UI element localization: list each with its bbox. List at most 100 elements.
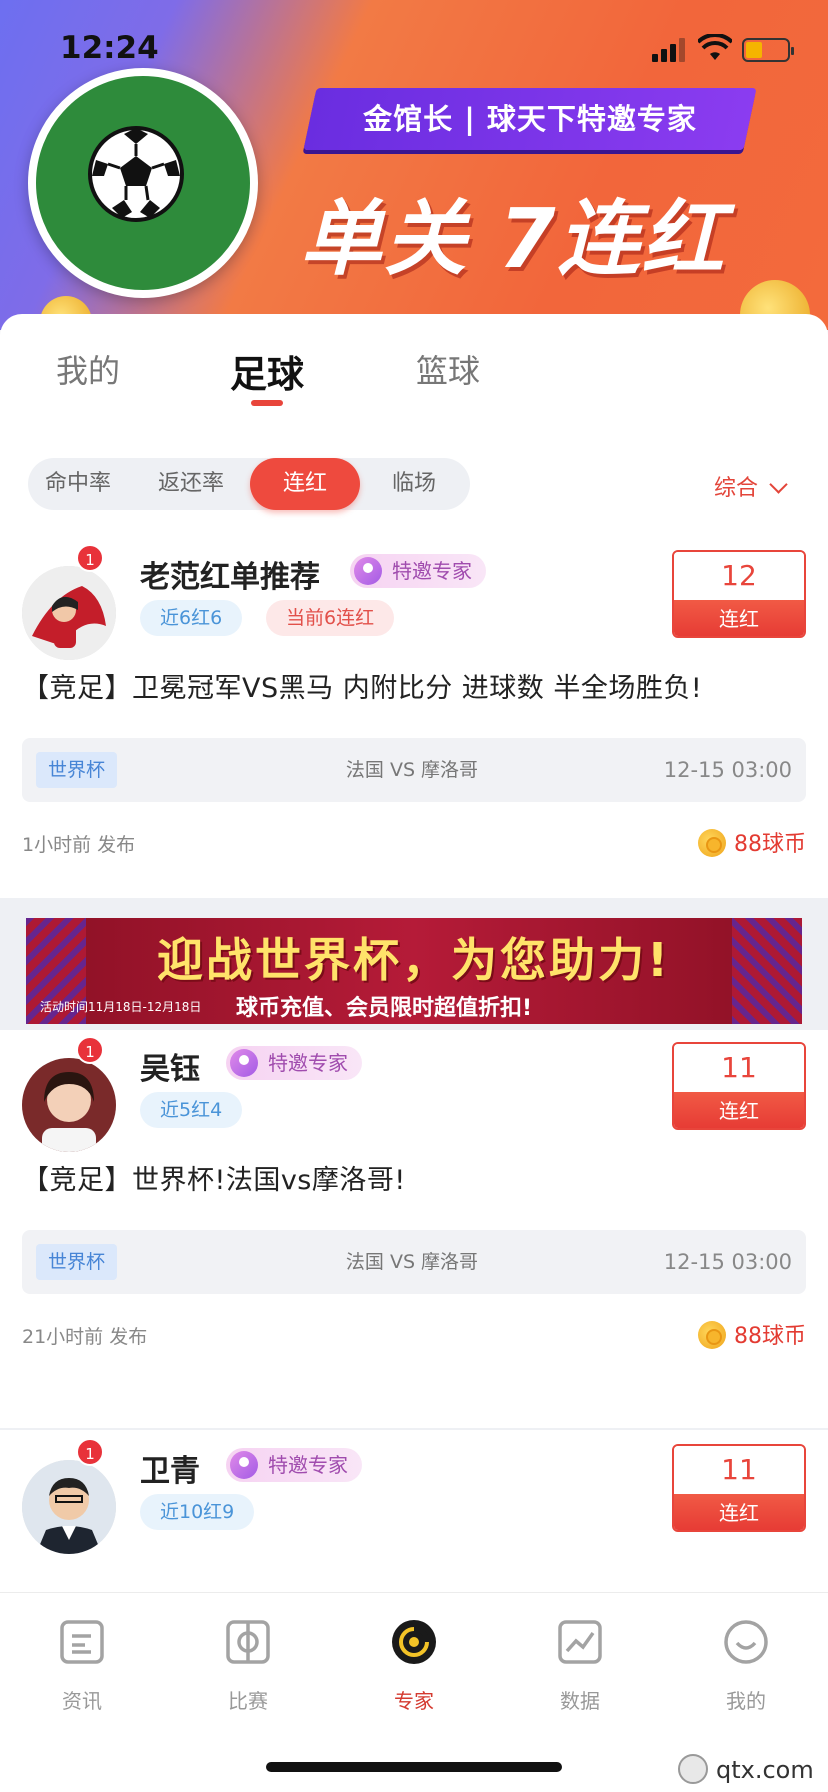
tag-label: 特邀专家 bbox=[268, 1453, 348, 1477]
expert-badge-icon bbox=[354, 557, 382, 585]
expert-badge-icon bbox=[230, 1049, 258, 1077]
nav-label: 我的 bbox=[726, 1689, 766, 1713]
match-teams: 法国 VS 摩洛哥 bbox=[345, 1251, 479, 1273]
home-indicator[interactable] bbox=[266, 1762, 562, 1772]
football-logo bbox=[28, 68, 258, 298]
soccer-ball-icon bbox=[88, 126, 184, 222]
expert-list-panel: 我的 足球 篮球 命中率 返还率 连红 临场 综合 1 老范红单推荐 特邀专家 … bbox=[0, 314, 828, 1592]
nav-label: 专家 bbox=[394, 1689, 434, 1713]
current-streak-chip: 当前6连红 bbox=[266, 600, 395, 636]
expert-card[interactable]: 1 吴钰 特邀专家 近5红4 11 连红 【竞足】世界杯!法国vs摩洛哥! 世界… bbox=[0, 1030, 828, 1386]
expert-name[interactable]: 老范红单推荐 bbox=[140, 552, 320, 596]
filter-live[interactable]: 临场 bbox=[364, 458, 464, 510]
profile-icon bbox=[724, 1620, 768, 1664]
expert-ribbon: 金馆长 | 球天下特邀专家 bbox=[303, 88, 757, 150]
expert-card[interactable]: 1 老范红单推荐 特邀专家 近6红6 当前6连红 12 连红 【竞足】卫冕冠军V… bbox=[0, 538, 828, 898]
record-chip: 近10红9 bbox=[140, 1494, 255, 1530]
price-label: 88球币 bbox=[734, 1324, 806, 1349]
nav-label: 资讯 bbox=[62, 1689, 102, 1713]
streak-label: 连红 bbox=[674, 1494, 804, 1530]
price-label: 88球币 bbox=[734, 832, 806, 857]
promo-banner[interactable]: 12:24 金馆长 | 球天下特邀专家 单关 7连红 bbox=[0, 0, 828, 330]
coin-icon bbox=[698, 1321, 726, 1349]
promo-period: 活动时间11月18日-12月18日 bbox=[40, 1000, 202, 1014]
sort-label: 综合 bbox=[714, 476, 759, 501]
match-icon bbox=[226, 1620, 270, 1664]
nav-experts[interactable]: 专家 bbox=[359, 1619, 469, 1714]
tab-basketball[interactable]: 篮球 bbox=[416, 346, 480, 392]
tag-label: 特邀专家 bbox=[392, 559, 472, 583]
nav-profile[interactable]: 我的 bbox=[691, 1619, 801, 1714]
notification-badge: 1 bbox=[76, 1438, 104, 1466]
watermark: qtx.com bbox=[668, 1748, 828, 1792]
price[interactable]: 88球币 bbox=[698, 826, 806, 859]
expert-card[interactable]: 1 卫青 特邀专家 近10红9 11 连红 bbox=[0, 1430, 828, 1592]
post-time: 1小时前 发布 bbox=[22, 834, 136, 856]
filter-return-rate[interactable]: 返还率 bbox=[136, 458, 246, 510]
tag-label: 特邀专家 bbox=[268, 1051, 348, 1075]
streak-label: 连红 bbox=[674, 600, 804, 636]
league-tag: 世界杯 bbox=[36, 1244, 118, 1280]
price[interactable]: 88球币 bbox=[698, 1318, 806, 1351]
watermark-text: qtx.com bbox=[716, 1756, 814, 1784]
special-expert-tag: 特邀专家 bbox=[226, 1448, 362, 1482]
league-tag: 世界杯 bbox=[36, 752, 118, 788]
notification-badge: 1 bbox=[76, 1036, 104, 1064]
streak-number: 11 bbox=[674, 1446, 804, 1494]
expert-name[interactable]: 吴钰 bbox=[140, 1044, 200, 1088]
avatar[interactable] bbox=[22, 1460, 116, 1554]
streak-number: 12 bbox=[674, 552, 804, 600]
filter-hit-rate[interactable]: 命中率 bbox=[28, 458, 128, 510]
special-expert-tag: 特邀专家 bbox=[226, 1046, 362, 1080]
nav-label: 比赛 bbox=[228, 1689, 268, 1713]
nav-news[interactable]: 资讯 bbox=[27, 1619, 137, 1714]
filter-streak[interactable]: 连红 bbox=[250, 458, 360, 510]
streak-box: 12 连红 bbox=[672, 550, 806, 638]
streak-label: 连红 bbox=[674, 1092, 804, 1128]
expert-name[interactable]: 卫青 bbox=[140, 1446, 200, 1490]
tab-football[interactable]: 足球 bbox=[230, 344, 304, 398]
world-cup-promo-banner[interactable]: 迎战世界杯，为您助力! 球币充值、会员限时超值折扣! 活动时间11月18日-12… bbox=[26, 918, 802, 1024]
sort-dropdown[interactable]: 综合 bbox=[714, 470, 788, 502]
news-icon bbox=[60, 1620, 104, 1664]
watermark-logo-icon bbox=[678, 1754, 708, 1784]
banner-headline: 单关 7连红 bbox=[300, 192, 726, 287]
record-chip: 近6红6 bbox=[140, 600, 243, 636]
nav-data[interactable]: 数据 bbox=[525, 1619, 635, 1714]
avatar-illustration bbox=[22, 566, 116, 660]
promo-headline: 迎战世界杯，为您助力! bbox=[157, 933, 671, 987]
expert-badge-icon bbox=[230, 1451, 258, 1479]
post-time: 21小时前 发布 bbox=[22, 1326, 148, 1348]
match-time: 12-15 03:00 bbox=[663, 1250, 792, 1274]
avatar-photo bbox=[22, 1460, 116, 1554]
promo-subline: 球币充值、会员限时超值折扣! bbox=[236, 996, 533, 1021]
signal-icon bbox=[652, 38, 686, 62]
tab-indicator bbox=[251, 400, 283, 406]
match-teams: 法国 VS 摩洛哥 bbox=[345, 759, 479, 781]
avatar[interactable] bbox=[22, 566, 116, 660]
expert-icon bbox=[392, 1620, 436, 1664]
notification-badge: 1 bbox=[76, 544, 104, 572]
data-chart-icon bbox=[558, 1620, 602, 1664]
streak-box: 11 连红 bbox=[672, 1444, 806, 1532]
match-time: 12-15 03:00 bbox=[663, 758, 792, 782]
coin-icon bbox=[698, 829, 726, 857]
ranking-filter: 命中率 返还率 连红 临场 bbox=[28, 458, 470, 510]
avatar[interactable] bbox=[22, 1058, 116, 1152]
tab-mine[interactable]: 我的 bbox=[56, 346, 120, 392]
article-title[interactable]: 【竞足】世界杯!法国vs摩洛哥! bbox=[22, 1158, 406, 1197]
streak-box: 11 连红 bbox=[672, 1042, 806, 1130]
chevron-down-icon bbox=[769, 475, 788, 494]
avatar-photo bbox=[22, 1058, 116, 1152]
article-title[interactable]: 【竞足】卫冕冠军VS黑马 内附比分 进球数 半全场胜负! bbox=[22, 666, 702, 705]
nav-matches[interactable]: 比赛 bbox=[193, 1619, 303, 1714]
streak-number: 11 bbox=[674, 1044, 804, 1092]
special-expert-tag: 特邀专家 bbox=[350, 554, 486, 588]
screen: 12:24 金馆长 | 球天下特邀专家 单关 7连红 我的 足球 篮球 命中率 … bbox=[0, 0, 828, 1792]
category-tabs: 我的 足球 篮球 bbox=[0, 314, 828, 424]
battery-icon bbox=[742, 38, 794, 62]
status-time: 12:24 bbox=[60, 30, 159, 66]
record-chip: 近5红4 bbox=[140, 1092, 243, 1128]
match-info[interactable]: 世界杯 法国 VS 摩洛哥 12-15 03:00 bbox=[22, 1230, 806, 1294]
match-info[interactable]: 世界杯 法国 VS 摩洛哥 12-15 03:00 bbox=[22, 738, 806, 802]
